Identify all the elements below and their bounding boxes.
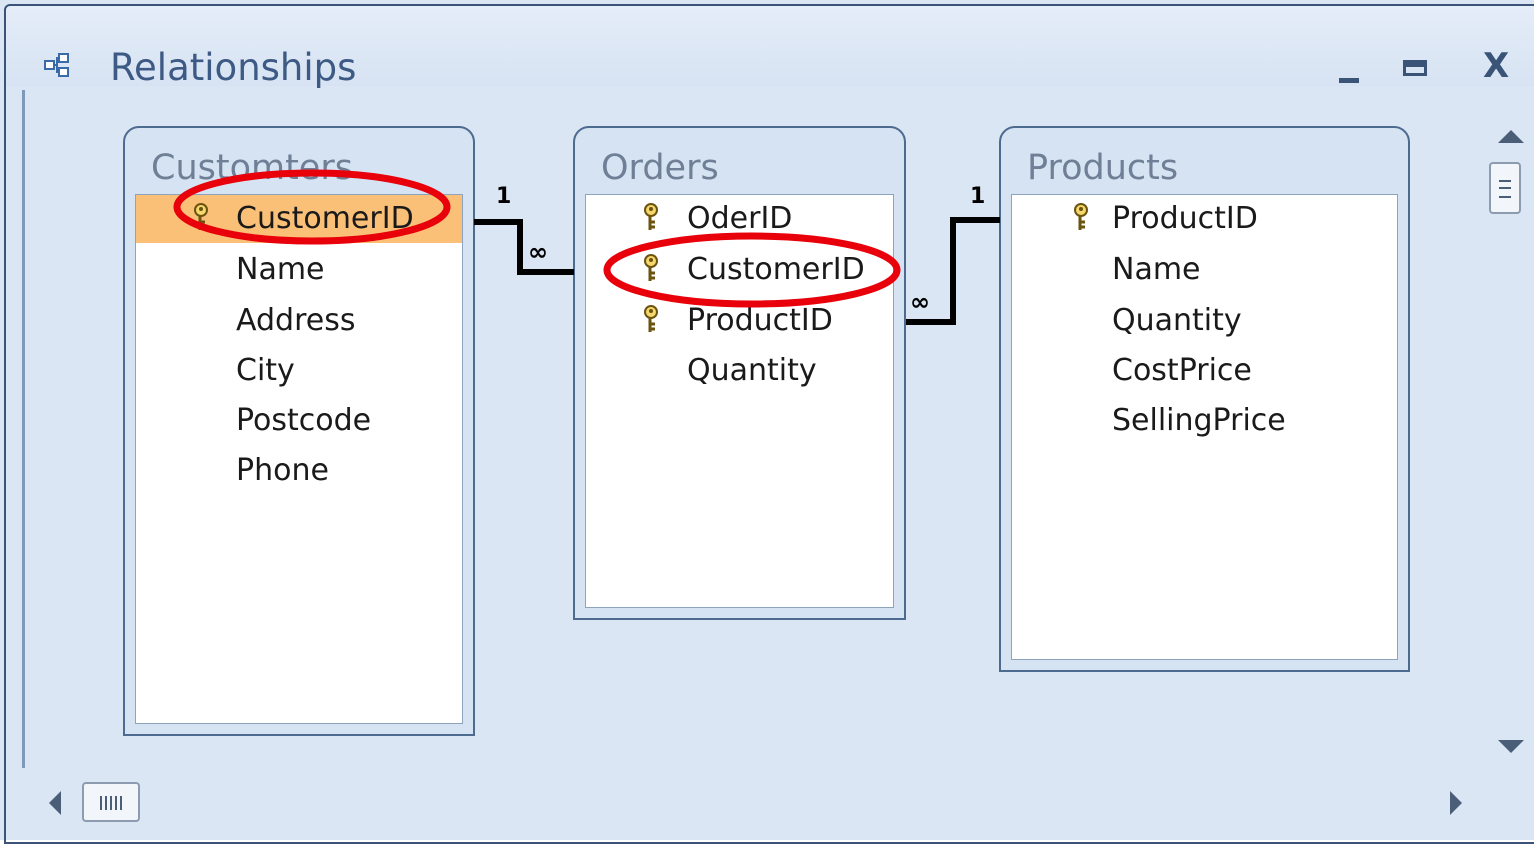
table-title: Customters	[151, 148, 353, 188]
scroll-up-arrow-icon[interactable]	[1498, 130, 1524, 143]
horizontal-scrollbar[interactable]	[22, 778, 1484, 830]
field-name: Name	[1112, 252, 1201, 287]
table-title: Orders	[601, 148, 719, 188]
field-name: City	[236, 353, 295, 388]
scroll-left-arrow-icon[interactable]	[49, 791, 61, 815]
field-name: CustomerID	[687, 252, 865, 287]
field-name: CostPrice	[1112, 353, 1252, 388]
table-title: Products	[1027, 148, 1179, 188]
relationships-icon	[44, 53, 69, 77]
field-name: OderID	[687, 201, 793, 236]
table-orders[interactable]: Orders OderID CustomerID ProductID Quant…	[573, 126, 906, 620]
primary-key-icon	[644, 305, 658, 332]
field-name: ProductID	[687, 303, 833, 338]
primary-key-icon	[1074, 203, 1088, 230]
window-title: Relationships	[110, 46, 357, 89]
field-name: Name	[236, 252, 325, 287]
primary-key-icon	[644, 203, 658, 230]
scroll-right-arrow-icon[interactable]	[1450, 791, 1462, 815]
primary-key-icon	[644, 254, 658, 281]
field-name: Postcode	[236, 403, 372, 438]
scroll-down-arrow-icon[interactable]	[1498, 740, 1524, 753]
primary-key-icon	[194, 203, 208, 230]
table-products[interactable]: Products ProductID Name Quantity CostPri…	[999, 126, 1410, 672]
maximize-button[interactable]	[1401, 46, 1441, 86]
minimize-button[interactable]	[1331, 46, 1371, 86]
field-list[interactable]: CustomerID Name Address City Postcode Ph…	[135, 194, 463, 724]
vertical-scroll-thumb[interactable]	[1489, 162, 1521, 214]
field-name: CustomerID	[236, 201, 414, 236]
relationships-window: Relationships X Customters CustomerID Na…	[0, 0, 1534, 844]
field-name: SellingPrice	[1112, 403, 1286, 438]
field-customerid[interactable]: CustomerID	[136, 195, 462, 243]
window-bottom-edge	[0, 826, 1534, 840]
field-name: Address	[236, 303, 356, 338]
field-list[interactable]: ProductID Name Quantity CostPrice Sellin…	[1011, 194, 1398, 660]
field-name: Phone	[236, 453, 329, 488]
field-name: ProductID	[1112, 201, 1258, 236]
field-list[interactable]: OderID CustomerID ProductID Quantity	[585, 194, 894, 608]
title-bar[interactable]: Relationships X	[6, 6, 1534, 89]
close-button[interactable]: X	[1483, 46, 1523, 86]
horizontal-scroll-thumb[interactable]	[82, 782, 140, 822]
table-customters[interactable]: Customters CustomerID Name Address City …	[123, 126, 475, 736]
field-name: Quantity	[1112, 303, 1242, 338]
field-name: Quantity	[687, 353, 817, 388]
vertical-scrollbar[interactable]	[1485, 90, 1534, 780]
